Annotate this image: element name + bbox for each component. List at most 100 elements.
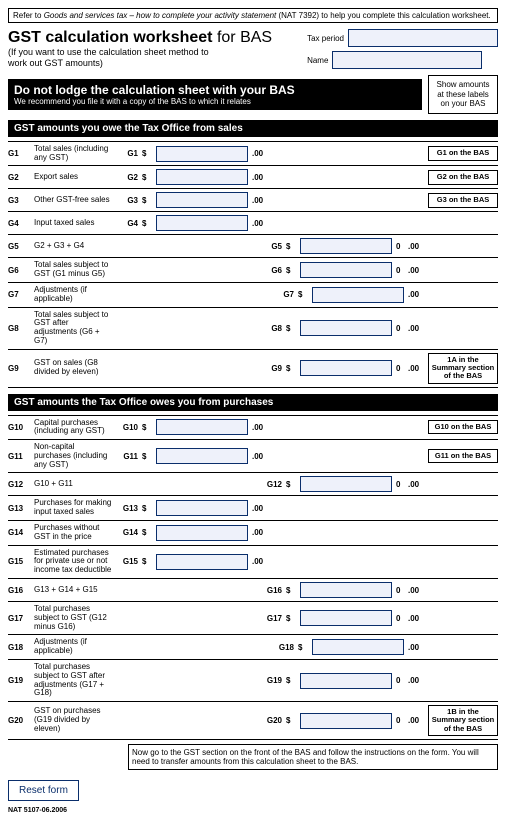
amount-input[interactable] [156, 448, 248, 464]
label-left: G15 [116, 557, 138, 566]
bas-labels-box: Show amounts at these labels on your BAS [428, 75, 498, 114]
amount-input[interactable] [156, 419, 248, 435]
row-g11: G11 Non-capital purchases (including any … [8, 439, 498, 472]
warning-banner: Do not lodge the calculation sheet with … [8, 79, 422, 110]
dollar-sign: $ [142, 504, 152, 513]
dollar-sign: $ [286, 266, 296, 275]
label-right: G6 [260, 266, 282, 275]
row-g20: G20GST on purchases (G19 divided by elev… [8, 701, 498, 740]
dollar-sign: $ [286, 676, 296, 685]
bas-ref: G2 on the BAS [426, 170, 498, 184]
row-g9: G9GST on sales (G8 divided by eleven)G9$… [8, 349, 498, 388]
dollar-sign: $ [286, 586, 296, 595]
amount-input [300, 713, 392, 729]
desc: Non-capital purchases (including any GST… [34, 443, 112, 469]
dollar-sign: $ [298, 643, 308, 652]
code: G13 [8, 504, 30, 513]
amount-input[interactable] [156, 525, 248, 541]
row-g16: G16G13 + G14 + G15G16$0.00 [8, 578, 498, 601]
row-g10: G10 Capital purchases (including any GST)… [8, 415, 498, 440]
cents: .00 [408, 676, 422, 685]
code: G8 [8, 324, 30, 333]
dollar-sign: $ [142, 452, 152, 461]
desc: Adjustments (if applicable) [34, 638, 124, 656]
form-code: NAT 5107-06.2006 [8, 807, 498, 814]
calc-zero: 0 [396, 480, 404, 489]
dollar-sign: $ [286, 324, 296, 333]
calc-zero: 0 [396, 614, 404, 623]
cents: .00 [408, 480, 422, 489]
reference-hint: Refer to Goods and services tax – how to… [8, 8, 498, 23]
label-right: G19 [260, 676, 282, 685]
code: G11 [8, 452, 30, 461]
bas-ref: G11 on the BAS [426, 449, 498, 463]
amount-input [300, 476, 392, 492]
label-right: G12 [260, 480, 282, 489]
dollar-sign: $ [142, 528, 152, 537]
label-left: G4 [116, 219, 138, 228]
desc: G13 + G14 + G15 [34, 586, 112, 595]
desc: G2 + G3 + G4 [34, 242, 112, 251]
code: G16 [8, 586, 30, 595]
desc: Adjustments (if applicable) [34, 286, 124, 304]
amount-input [300, 582, 392, 598]
calc-zero: 0 [396, 242, 404, 251]
code: G9 [8, 364, 30, 373]
row-g13: G13 Purchases for making input taxed sale… [8, 495, 498, 520]
label-left: G3 [116, 196, 138, 205]
cents: .00 [408, 586, 422, 595]
desc: Purchases for making input taxed sales [34, 499, 112, 517]
code: G14 [8, 528, 30, 537]
section-purchases: GST amounts the Tax Office owes you from… [8, 394, 498, 411]
cents: .00 [252, 504, 266, 513]
cents: .00 [252, 196, 266, 205]
code: G19 [8, 676, 30, 685]
name-input[interactable] [332, 51, 482, 69]
amount-input[interactable] [312, 639, 404, 655]
cents: .00 [252, 452, 266, 461]
dollar-sign: $ [298, 290, 308, 299]
code: G15 [8, 557, 30, 566]
bas-badge: 1B in the Summary section of the BAS [428, 705, 498, 736]
desc: Export sales [34, 173, 112, 182]
cents: .00 [408, 643, 422, 652]
amount-input[interactable] [156, 554, 248, 570]
bas-ref: G3 on the BAS [426, 193, 498, 207]
taxperiod-input[interactable] [348, 29, 498, 47]
label-left: G11 [116, 452, 138, 461]
cents: .00 [408, 242, 422, 251]
bas-badge: 1A in the Summary section of the BAS [428, 353, 498, 384]
code: G10 [8, 423, 30, 432]
code: G2 [8, 173, 30, 182]
label-right: G5 [260, 242, 282, 251]
bas-badge: G2 on the BAS [428, 170, 498, 184]
row-g19: G19 Total purchases subject to GST after … [8, 659, 498, 701]
desc: Estimated purchases for private use or n… [34, 549, 112, 575]
dollar-sign: $ [142, 196, 152, 205]
desc: Total sales (including any GST) [34, 145, 112, 163]
label-left: G1 [116, 149, 138, 158]
amount-input [300, 320, 392, 336]
amount-input[interactable] [156, 192, 248, 208]
label-left: G13 [116, 504, 138, 513]
reset-button[interactable]: Reset form [8, 780, 79, 801]
desc: Total purchases subject to GST after adj… [34, 663, 112, 698]
label-left: G14 [116, 528, 138, 537]
dollar-sign: $ [286, 364, 296, 373]
desc: Capital purchases (including any GST) [34, 419, 112, 437]
amount-input[interactable] [156, 169, 248, 185]
desc: Other GST-free sales [34, 196, 112, 205]
amount-input[interactable] [156, 215, 248, 231]
row-g14: G14Purchases without GST in the priceG14… [8, 520, 498, 545]
desc: Input taxed sales [34, 219, 112, 228]
row-g18: G18Adjustments (if applicable)G18$.00 [8, 634, 498, 659]
row-g1: G1Total sales (including any GST)G1$.00G… [8, 141, 498, 166]
calc-zero: 0 [396, 586, 404, 595]
amount-input[interactable] [156, 146, 248, 162]
amount-input[interactable] [156, 500, 248, 516]
cents: .00 [408, 614, 422, 623]
amount-input[interactable] [312, 287, 404, 303]
taxperiod-label: Tax period [307, 34, 344, 43]
code: G4 [8, 219, 30, 228]
desc: GST on purchases (G19 divided by eleven) [34, 707, 112, 733]
